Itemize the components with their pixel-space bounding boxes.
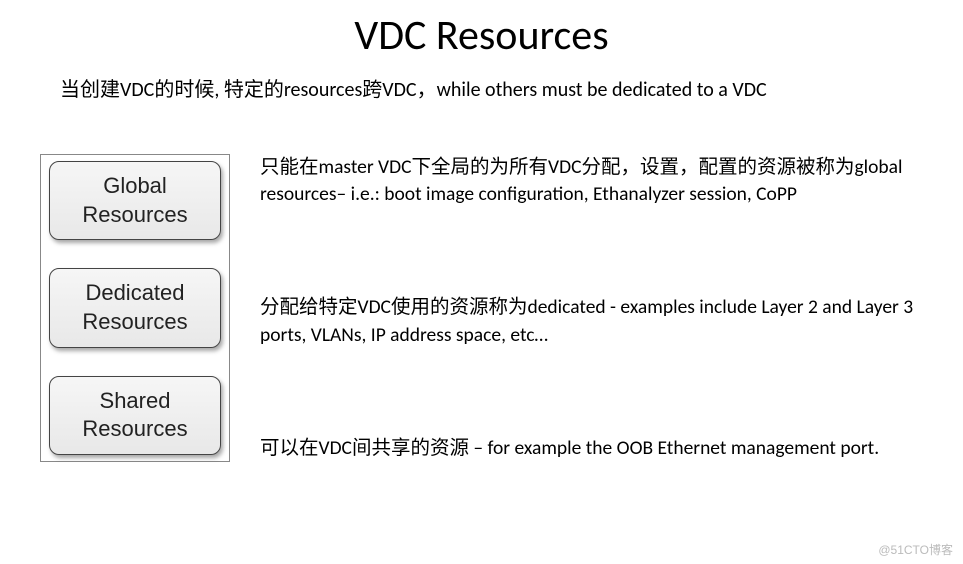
descriptions-column: 只能在master VDC下全局的为所有VDC分配，设置，配置的资源被称为glo… bbox=[230, 154, 923, 462]
dedicated-description: 分配给特定VDC使用的资源称为dedicated - examples incl… bbox=[260, 294, 923, 349]
shared-description: 可以在VDC间共享的资源 – for example the OOB Ether… bbox=[260, 435, 923, 462]
resource-boxes-container: Global Resources Dedicated Resources Sha… bbox=[40, 154, 230, 462]
watermark: @51CTO博客 bbox=[878, 541, 953, 558]
intro-paragraph: 当创建VDC的时候, 特定的resources跨VDC，while others… bbox=[0, 71, 963, 114]
dedicated-resources-box: Dedicated Resources bbox=[49, 268, 221, 347]
global-resources-box: Global Resources bbox=[49, 161, 221, 240]
shared-resources-box: Shared Resources bbox=[49, 376, 221, 455]
content-area: Global Resources Dedicated Resources Sha… bbox=[0, 154, 963, 462]
slide-title: VDC Resources bbox=[0, 0, 963, 71]
global-description: 只能在master VDC下全局的为所有VDC分配，设置，配置的资源被称为glo… bbox=[260, 154, 923, 209]
